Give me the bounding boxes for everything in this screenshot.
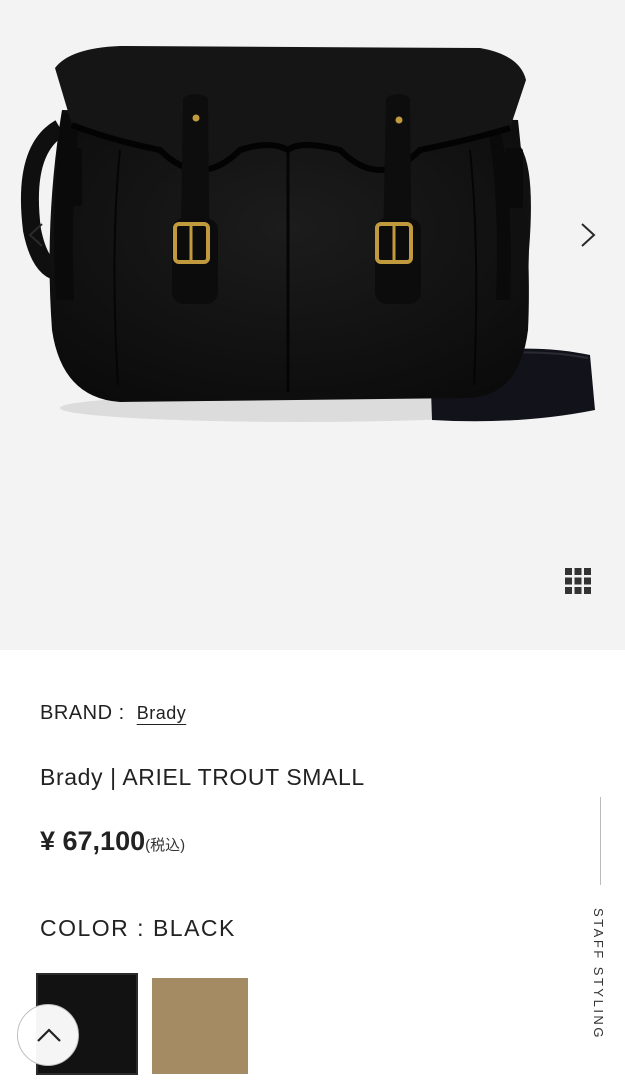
color-swatch-khaki[interactable] — [152, 978, 248, 1074]
chevron-up-icon — [37, 1028, 61, 1042]
scroll-top-button[interactable] — [17, 1004, 79, 1066]
product-image-gallery[interactable] — [0, 0, 625, 650]
price: ¥ 67,100 — [40, 826, 146, 856]
brand-row: BRAND : Brady — [40, 702, 186, 725]
tax-note: (税込) — [145, 837, 186, 854]
price-row: ¥ 67,100(税込) — [40, 826, 185, 857]
brand-link[interactable]: Brady — [137, 703, 187, 723]
product-title: Brady | ARIEL TROUT SMALL — [40, 764, 365, 790]
chevron-left-icon[interactable] — [22, 220, 52, 250]
chevron-right-icon[interactable] — [572, 220, 602, 250]
staff-styling-tab[interactable]: STAFF STYLING — [591, 908, 606, 1040]
brand-label: BRAND : — [40, 702, 125, 724]
color-label: COLOR : BLACK — [40, 915, 236, 941]
product-image — [20, 46, 595, 422]
divider — [600, 797, 601, 885]
grid-icon[interactable] — [563, 566, 593, 596]
